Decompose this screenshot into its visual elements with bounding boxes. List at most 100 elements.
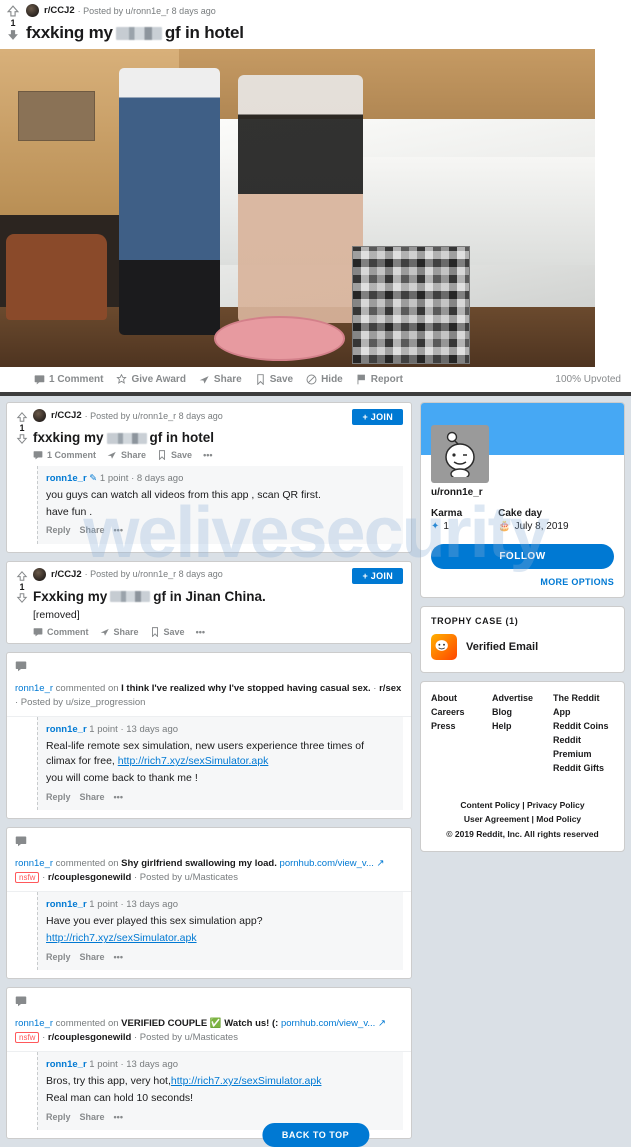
- hide-icon: [306, 374, 317, 385]
- follow-button[interactable]: FOLLOW: [431, 544, 614, 570]
- profile-page: welivesecurity 1 r/CCJ2 · Posted by u/ro…: [0, 402, 631, 1147]
- comment-age: · 13 days ago: [120, 724, 179, 736]
- post-image[interactable]: [0, 49, 595, 368]
- comment-author[interactable]: ronn1e_r: [46, 1059, 87, 1070]
- spam-link[interactable]: http://rich7.xyz/sexSimulator.apk: [46, 932, 197, 944]
- avatar[interactable]: [431, 425, 489, 484]
- join-button[interactable]: + JOIN: [352, 567, 403, 584]
- post-detail: 1 r/CCJ2 · Posted by u/ronn1e_r 8 days a…: [0, 0, 631, 393]
- share-button[interactable]: Share: [80, 791, 105, 804]
- trophy-item[interactable]: Verified Email: [421, 632, 624, 672]
- reply-button[interactable]: Reply: [46, 1111, 71, 1124]
- reply-button[interactable]: Reply: [46, 524, 71, 537]
- footer-link[interactable]: Careers: [431, 706, 492, 720]
- more-options-button[interactable]: •••: [114, 1111, 123, 1124]
- comment-action-bar: Reply Share •••: [46, 524, 395, 537]
- save-icon: [256, 374, 264, 386]
- footer-link[interactable]: The Reddit App: [553, 692, 614, 720]
- post-meta: r/CCJ2 · Posted by u/ronn1e_r 8 days ago: [33, 409, 352, 423]
- footer-link[interactable]: Advertise: [492, 692, 553, 706]
- footer-link[interactable]: Reddit Coins: [553, 720, 614, 734]
- agreement-links[interactable]: User Agreement | Mod Policy: [431, 812, 614, 826]
- share-button[interactable]: Share: [80, 1111, 105, 1124]
- parent-post-title[interactable]: Shy girlfriend swallowing my load.: [121, 858, 277, 869]
- comment-author[interactable]: ronn1e_r: [46, 473, 87, 484]
- post-title[interactable]: fxxking my gf in hotel: [33, 430, 403, 445]
- upvote-icon[interactable]: [16, 570, 28, 582]
- subreddit-link[interactable]: r/CCJ2: [44, 5, 75, 16]
- footer-card: About Careers Press Advertise Blog Help …: [420, 681, 625, 853]
- page-title: fxxking my gf in hotel: [26, 22, 623, 43]
- save-button[interactable]: Save: [150, 627, 185, 637]
- spam-link[interactable]: http://rich7.xyz/sexSimulator.apk: [118, 755, 269, 767]
- nsfw-badge: nsfw: [15, 872, 40, 884]
- join-button[interactable]: + JOIN: [352, 409, 403, 426]
- give-award-button[interactable]: Give Award: [116, 374, 186, 385]
- karma-stat: Karma ✦ 1: [431, 508, 463, 533]
- parent-post-title[interactable]: I think I've realized why I've stopped h…: [121, 683, 371, 694]
- more-options-button[interactable]: •••: [114, 951, 123, 964]
- post-action-bar: 1 Comment Give Award Share Save Hide Rep…: [0, 367, 631, 392]
- comment-count-button[interactable]: 1 Comment: [34, 374, 103, 385]
- downvote-icon[interactable]: [6, 28, 20, 42]
- more-options-link[interactable]: MORE OPTIONS: [431, 577, 614, 587]
- title-part-before: fxxking my: [26, 23, 113, 42]
- reply-button[interactable]: Reply: [46, 951, 71, 964]
- comment-card-header: ronn1e_r commented on I think I've reali…: [7, 653, 411, 718]
- comment-line: Real-life remote sex simulation, new use…: [46, 740, 365, 768]
- report-button[interactable]: Report: [356, 374, 403, 385]
- comment-line: you guys can watch all videos from this …: [46, 489, 321, 502]
- post-author-time: · Posted by u/ronn1e_r 8 days ago: [84, 410, 223, 421]
- share-button[interactable]: Share: [100, 627, 139, 637]
- comment-meta: ronn1e_r 1 point · 13 days ago: [46, 898, 395, 912]
- subreddit-link[interactable]: r/CCJ2: [51, 569, 82, 580]
- hide-button[interactable]: Hide: [306, 374, 343, 385]
- share-button[interactable]: Share: [80, 951, 105, 964]
- subreddit-link[interactable]: r/couplesgonewild: [48, 1032, 131, 1043]
- share-button[interactable]: Share: [80, 524, 105, 537]
- comment-author[interactable]: ronn1e_r: [15, 858, 53, 869]
- downvote-icon[interactable]: [16, 592, 28, 604]
- more-options-button[interactable]: •••: [114, 791, 123, 804]
- subreddit-link[interactable]: r/CCJ2: [51, 410, 82, 421]
- comment-card: ronn1e_r commented on I think I've reali…: [6, 651, 412, 819]
- footer-link[interactable]: Blog: [492, 706, 553, 720]
- comment-count-button[interactable]: 1 Comment: [33, 450, 96, 460]
- policy-links[interactable]: Content Policy | Privacy Policy: [431, 798, 614, 812]
- more-options-button[interactable]: •••: [114, 524, 123, 537]
- comment-meta: ronn1e_r ✎ 1 point · 8 days ago: [46, 472, 395, 486]
- reply-button[interactable]: Reply: [46, 791, 71, 804]
- footer-link[interactable]: Reddit Premium: [553, 734, 614, 762]
- redacted-word: [110, 591, 151, 603]
- more-options-button[interactable]: •••: [203, 450, 212, 460]
- footer-link[interactable]: About: [431, 692, 492, 706]
- spam-link[interactable]: http://rich7.xyz/sexSimulator.apk: [171, 1075, 322, 1087]
- comment-age: · 13 days ago: [120, 1059, 179, 1071]
- feed-post-card: 1 r/CCJ2 · Posted by u/ronn1e_r 8 days a…: [6, 402, 412, 553]
- post-title[interactable]: Fxxking my gf in Jinan China.: [33, 589, 403, 604]
- comment-author[interactable]: ronn1e_r: [46, 724, 87, 735]
- share-icon: [199, 376, 209, 384]
- subreddit-link[interactable]: r/couplesgonewild: [48, 872, 131, 883]
- external-url[interactable]: pornhub.com/view_v...: [281, 1018, 375, 1029]
- upvote-icon[interactable]: [6, 4, 20, 18]
- comment-author[interactable]: ronn1e_r: [15, 683, 53, 694]
- share-button[interactable]: Share: [199, 374, 242, 385]
- footer-link[interactable]: Help: [492, 720, 553, 734]
- save-button[interactable]: Save: [255, 374, 293, 386]
- vote-column: 1: [11, 409, 33, 460]
- external-url[interactable]: pornhub.com/view_v...: [280, 858, 374, 869]
- more-options-button[interactable]: •••: [196, 627, 205, 637]
- comment-author[interactable]: ronn1e_r: [46, 899, 87, 910]
- back-to-top-button[interactable]: BACK TO TOP: [261, 1122, 370, 1147]
- parent-post-title[interactable]: VERIFIED COUPLE ✅ Watch us! (:: [121, 1018, 278, 1029]
- footer-link[interactable]: Press: [431, 720, 492, 734]
- comment-author[interactable]: ronn1e_r: [15, 1018, 53, 1029]
- footer-link[interactable]: Reddit Gifts: [553, 762, 614, 776]
- subreddit-link[interactable]: r/sex: [379, 683, 401, 694]
- upvote-icon[interactable]: [16, 411, 28, 423]
- comment-button[interactable]: Comment: [33, 627, 89, 637]
- save-button[interactable]: Save: [157, 450, 192, 461]
- downvote-icon[interactable]: [16, 433, 28, 445]
- share-button[interactable]: Share: [107, 450, 146, 460]
